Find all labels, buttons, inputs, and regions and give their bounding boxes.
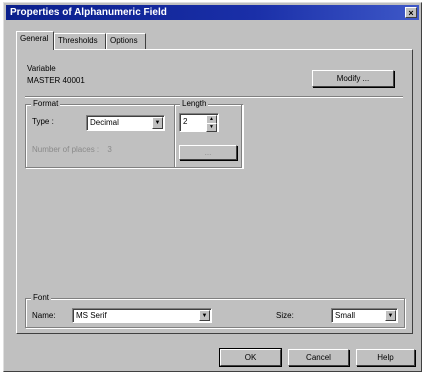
- tab-general-label: General: [20, 34, 49, 43]
- format-group-label: Format: [31, 99, 61, 109]
- tab-options[interactable]: Options: [106, 33, 146, 49]
- font-size-select[interactable]: Small ▼: [331, 308, 398, 323]
- font-name-label: Name:: [32, 311, 56, 320]
- properties-dialog: Properties of Alphanumeric Field × Gener…: [3, 2, 422, 372]
- close-icon: ×: [408, 8, 414, 18]
- chevron-down-icon[interactable]: ▼: [385, 310, 396, 321]
- help-button-label: Help: [377, 353, 394, 362]
- length-options-button[interactable]: ...: [179, 145, 237, 160]
- dialog-title: Properties of Alphanumeric Field: [10, 7, 167, 18]
- length-spinner[interactable]: 2 ▲ ▼: [179, 113, 219, 132]
- type-select[interactable]: Decimal ▼: [86, 115, 165, 131]
- type-label: Type :: [32, 117, 54, 126]
- chevron-down-icon[interactable]: ▼: [199, 310, 210, 321]
- font-name-value: MS Serif: [76, 311, 107, 320]
- font-size-label: Size:: [276, 311, 294, 320]
- length-group: Length 2 ▲ ▼ ...: [174, 99, 242, 168]
- decimal-places-label: Number of places : 3: [32, 145, 112, 154]
- length-options-label: ...: [204, 148, 212, 157]
- font-name-select[interactable]: MS Serif ▼: [72, 308, 212, 323]
- tab-options-label: Options: [110, 36, 138, 45]
- help-button[interactable]: Help: [356, 349, 415, 366]
- title-bar: Properties of Alphanumeric Field ×: [6, 5, 419, 20]
- close-button[interactable]: ×: [405, 7, 417, 18]
- decimal-places-label-text: Number of places :: [32, 145, 100, 154]
- tab-general[interactable]: General: [16, 31, 54, 50]
- font-group: Font Name: MS Serif ▼ Size: Small ▼: [25, 293, 405, 328]
- font-size-value: Small: [335, 311, 356, 320]
- variable-label: Variable: [27, 64, 56, 73]
- general-tab-panel: Variable MASTER 40001 Modify ... Format …: [16, 49, 413, 334]
- variable-value: MASTER 40001: [27, 76, 85, 85]
- tab-thresholds[interactable]: Thresholds: [54, 33, 106, 49]
- modify-button-label: Modify ...: [336, 74, 370, 83]
- variable-separator: [25, 96, 403, 98]
- chevron-down-icon[interactable]: ▼: [152, 117, 163, 129]
- type-select-value: Decimal: [90, 118, 119, 127]
- length-value: 2: [183, 117, 188, 126]
- tab-thresholds-label: Thresholds: [58, 36, 98, 45]
- font-group-label: Font: [31, 293, 52, 303]
- spin-down-icon[interactable]: ▼: [206, 123, 217, 132]
- cancel-button-label: Cancel: [306, 353, 331, 362]
- cancel-button[interactable]: Cancel: [288, 349, 349, 366]
- length-group-label: Length: [180, 99, 209, 109]
- modify-button[interactable]: Modify ...: [312, 70, 394, 87]
- decimal-places-value: 3: [107, 145, 112, 154]
- ok-button-label: OK: [244, 353, 257, 362]
- ok-button[interactable]: OK: [219, 348, 282, 367]
